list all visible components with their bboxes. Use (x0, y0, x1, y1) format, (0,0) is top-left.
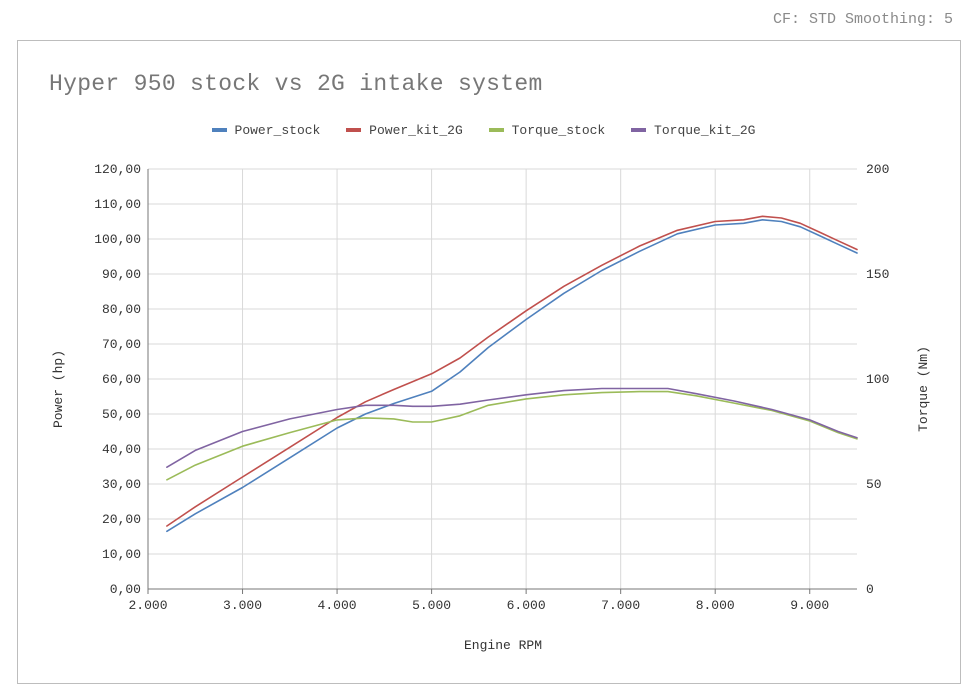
y-tick-label: 30,00 (102, 477, 141, 492)
x-tick-label: 6.000 (507, 598, 546, 613)
y-tick-label: 10,00 (102, 547, 141, 562)
grid-layer (148, 168, 857, 589)
y-tick-label: 40,00 (102, 442, 141, 457)
y-tick-label: 110,00 (94, 197, 141, 212)
x-tick-label: 7.000 (601, 598, 640, 613)
axis-layer (147, 169, 857, 594)
x-tick-label: 8.000 (696, 598, 735, 613)
y-axis-title: Power (hp) (51, 350, 66, 428)
x-tick-label: 5.000 (412, 598, 451, 613)
y2-axis-title: Torque (Nm) (916, 346, 931, 432)
series-line-power-stock (166, 219, 858, 533)
y2-tick-label: 50 (866, 477, 882, 492)
x-tick-label: 3.000 (223, 598, 262, 613)
x-tick-label: 9.000 (790, 598, 829, 613)
y2-tick-label: 0 (866, 582, 874, 597)
label-layer: 0,00 10,00 20,00 30,00 40,00 50,00 60,00 70,00 8… (94, 162, 889, 613)
y2-tick-label: 150 (866, 267, 889, 282)
y-tick-label: 50,00 (102, 407, 141, 422)
x-axis-title: Engine RPM (464, 638, 542, 653)
series-line-torque-kit-2g (166, 387, 858, 469)
x-tick-label: 4.000 (318, 598, 357, 613)
y2-tick-label: 200 (866, 162, 889, 177)
y-tick-label: 80,00 (102, 302, 141, 317)
y-tick-label: 20,00 (102, 512, 141, 527)
y2-tick-label: 100 (866, 372, 889, 387)
x-tick-label: 2.000 (128, 598, 167, 613)
series-line-power-kit-2g (166, 215, 858, 527)
y-tick-label: 120,00 (94, 162, 141, 177)
y-tick-label: 100,00 (94, 232, 141, 247)
y-tick-label: 70,00 (102, 337, 141, 352)
y-tick-label: 0,00 (110, 582, 141, 597)
y-tick-label: 90,00 (102, 267, 141, 282)
chart-plot: 0,00 10,00 20,00 30,00 40,00 50,00 60,00 70,00 8… (51, 162, 931, 653)
y-tick-label: 60,00 (102, 372, 141, 387)
